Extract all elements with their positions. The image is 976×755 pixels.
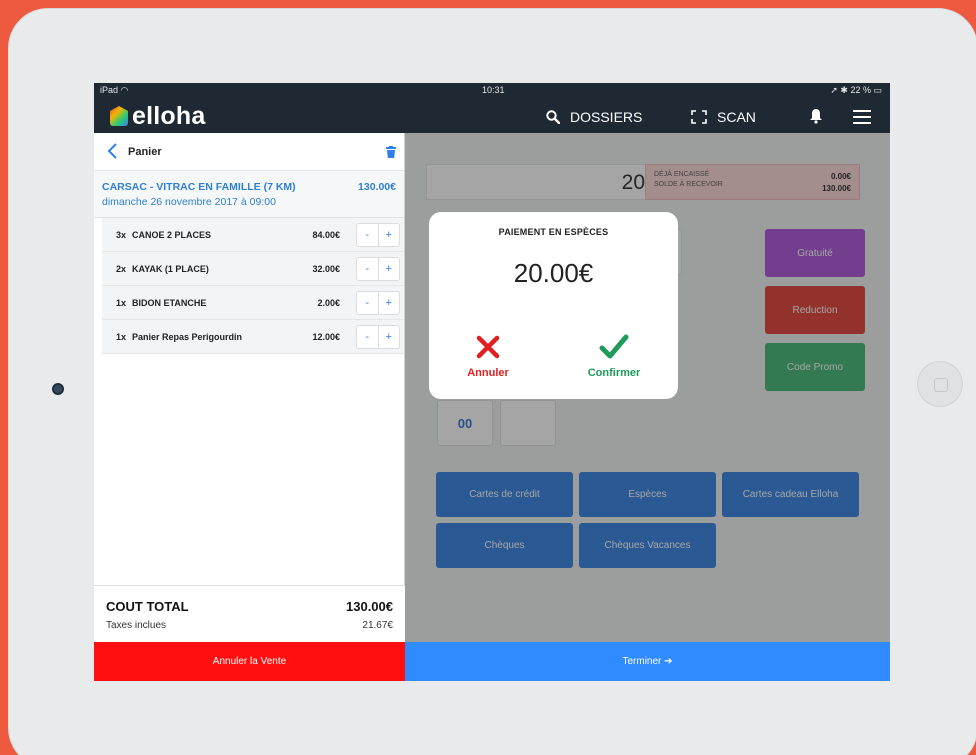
- event-price: 130.00€: [358, 181, 396, 193]
- decrement-button[interactable]: -: [357, 258, 379, 280]
- nav-dossiers[interactable]: DOSSIERS: [546, 105, 642, 129]
- decrement-button[interactable]: -: [357, 326, 379, 348]
- list-item: 3x CANOE 2 PLACES 84.00€ - +: [102, 218, 404, 252]
- total-label: COUT TOTAL: [106, 599, 189, 614]
- item-label: 2x KAYAK (1 PLACE): [116, 264, 209, 274]
- item-label: 1x BIDON ETANCHE: [116, 298, 207, 308]
- battery-icon: ▭: [873, 85, 882, 95]
- cart-event[interactable]: CARSAC - VITRAC EN FAMILLE (7 KM) 130.00…: [94, 171, 404, 218]
- app-name: elloha: [132, 101, 206, 130]
- hamburger-menu-icon[interactable]: [853, 110, 871, 124]
- item-label: 1x Panier Repas Perigourdin: [116, 332, 243, 342]
- home-button[interactable]: [917, 361, 963, 407]
- decrement-button[interactable]: -: [357, 292, 379, 314]
- close-icon: [476, 335, 500, 359]
- increment-button[interactable]: +: [379, 292, 400, 314]
- tax-label: Taxes inclues: [106, 620, 167, 631]
- dialog-confirm-label: Confirmer: [587, 367, 641, 379]
- finish-button[interactable]: Terminer ➔: [405, 642, 890, 681]
- status-time: 10:31: [482, 85, 505, 95]
- scan-icon: [691, 110, 707, 124]
- item-label: 3x CANOE 2 PLACES: [116, 230, 212, 240]
- increment-button[interactable]: +: [379, 224, 400, 246]
- total-value: 130.00€: [346, 599, 393, 614]
- location-icon: ➚: [830, 85, 838, 95]
- cart-items: 3x CANOE 2 PLACES 84.00€ - + 2x KAYAK (1 P…: [94, 218, 404, 354]
- cart-title: Panier: [128, 146, 162, 158]
- item-price: 84.00€: [312, 230, 340, 240]
- nav-dossiers-label: DOSSIERS: [570, 109, 643, 125]
- dialog-confirm-button[interactable]: Confirmer: [574, 334, 654, 379]
- search-icon: [546, 110, 560, 124]
- list-item: 1x Panier Repas Perigourdin 12.00€ - +: [102, 320, 404, 354]
- dialog-cancel-button[interactable]: Annuler: [458, 334, 518, 379]
- cancel-sale-button[interactable]: Annuler la Vente: [94, 642, 405, 681]
- quantity-stepper: - +: [356, 291, 400, 315]
- bell-icon[interactable]: [809, 108, 823, 124]
- tax-value: 21.67€: [362, 620, 393, 631]
- cart-panel: Panier CARSAC - VITRAC EN FAMILLE (7 KM)…: [94, 133, 405, 643]
- list-item: 2x KAYAK (1 PLACE) 32.00€ - +: [102, 252, 404, 286]
- bluetooth-icon: ✱: [840, 85, 848, 95]
- cart-header: Panier: [94, 133, 404, 171]
- chevron-left-icon[interactable]: [106, 142, 118, 160]
- quantity-stepper: - +: [356, 223, 400, 247]
- item-price: 12.00€: [312, 332, 340, 342]
- status-battery: ➚ ✱ 22 % ▭: [830, 85, 882, 95]
- wifi-icon: ◠: [120, 85, 129, 95]
- nav-scan-label: SCAN: [717, 109, 756, 125]
- logo-icon: [110, 106, 128, 126]
- trash-icon[interactable]: [386, 146, 396, 158]
- increment-button[interactable]: +: [379, 326, 400, 348]
- event-date: dimanche 26 novembre 2017 à 09:00: [102, 196, 276, 208]
- check-icon: [599, 334, 629, 359]
- event-title: CARSAC - VITRAC EN FAMILLE (7 KM): [102, 181, 296, 193]
- item-price: 32.00€: [312, 264, 340, 274]
- cash-payment-dialog: PAIEMENT EN ESPÈCES 20.00€ Annuler Confi…: [429, 212, 678, 399]
- camera-icon: [52, 383, 64, 395]
- quantity-stepper: - +: [356, 257, 400, 281]
- decrement-button[interactable]: -: [357, 224, 379, 246]
- top-bar: iPad ◠ 10:31 ➚ ✱ 22 % ▭ elloha DOSSIERS …: [94, 83, 890, 133]
- status-device: iPad ◠: [100, 85, 129, 95]
- nav-scan[interactable]: SCAN: [691, 105, 756, 129]
- dialog-title: PAIEMENT EN ESPÈCES: [498, 227, 609, 237]
- list-item: 1x BIDON ETANCHE 2.00€ - +: [102, 286, 404, 320]
- cart-totals: COUT TOTAL 130.00€ Taxes inclues 21.67€: [94, 585, 405, 643]
- dialog-amount: 20.00€: [513, 258, 594, 288]
- quantity-stepper: - +: [356, 325, 400, 349]
- increment-button[interactable]: +: [379, 258, 400, 280]
- dialog-cancel-label: Annuler: [467, 367, 509, 379]
- item-price: 2.00€: [317, 298, 340, 308]
- app-logo: elloha: [110, 102, 205, 130]
